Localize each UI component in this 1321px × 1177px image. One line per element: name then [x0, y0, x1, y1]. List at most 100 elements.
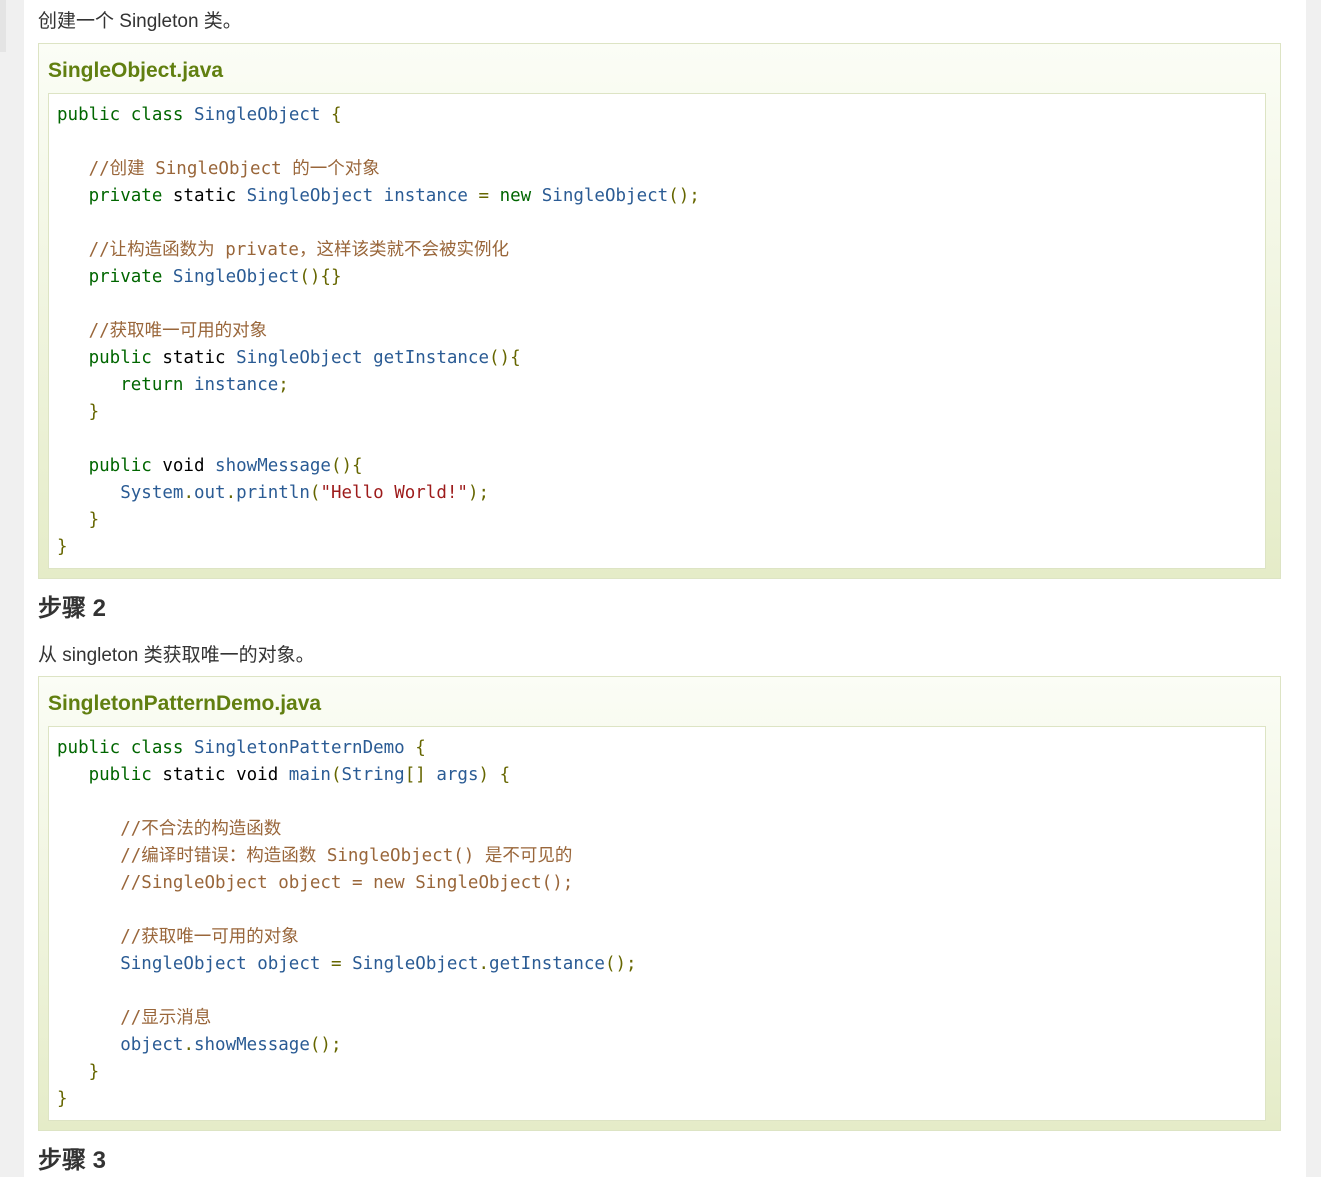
- code-token: }: [88, 510, 100, 530]
- code-token: //显示消息: [120, 1008, 212, 1028]
- code-token: .: [478, 954, 490, 974]
- code-token: (){}: [299, 267, 342, 287]
- code-line: //不合法的构造函数: [57, 819, 281, 839]
- code-token: static: [162, 186, 247, 206]
- code-text[interactable]: public class SingletonPatternDemo { publ…: [49, 727, 1265, 1113]
- code-token: showMessage: [215, 456, 331, 476]
- code-token: getInstance: [373, 348, 490, 368]
- code-line: public static void main(String[] args) {: [57, 765, 511, 785]
- example-box-singleobject: SingleObject.java public class SingleObj…: [38, 43, 1281, 579]
- code-line: }: [57, 1062, 100, 1082]
- code-token: {: [415, 738, 426, 758]
- code-token: ();: [604, 954, 637, 974]
- code-token: }: [57, 1089, 68, 1109]
- code-line: public void showMessage(){: [57, 456, 363, 476]
- code-token: instance: [383, 186, 468, 206]
- code-token: "Hello World!": [320, 483, 468, 503]
- code-token: println: [236, 483, 310, 503]
- code-token: args: [436, 765, 479, 785]
- code-token: void: [151, 456, 216, 476]
- code-token: SingleObject(): [326, 846, 475, 866]
- code-token: }: [57, 537, 68, 557]
- code-token: object: [257, 954, 321, 974]
- code-token: ;: [278, 375, 289, 395]
- code-token: static: [151, 348, 237, 368]
- code-token: private: [225, 240, 299, 260]
- code-token: getInstance: [489, 954, 605, 974]
- code-token: =: [330, 954, 342, 974]
- code-line: //获取唯一可用的对象: [57, 927, 299, 947]
- code-token: static void: [151, 765, 289, 785]
- code-block-singletonpatterndemo[interactable]: public class SingletonPatternDemo { publ…: [48, 726, 1266, 1121]
- sidebar-edge: [0, 0, 6, 52]
- code-token: //编译时错误：构造函数: [120, 846, 327, 866]
- code-line: //创建 SingleObject 的一个对象: [57, 159, 380, 179]
- code-token: class: [130, 738, 184, 758]
- code-line: private static SingleObject instance = n…: [57, 186, 700, 206]
- code-token: SingleObject: [120, 954, 247, 974]
- code-token: return: [120, 375, 184, 395]
- code-token: private: [88, 186, 163, 206]
- code-text[interactable]: public class SingleObject { //创建 SingleO…: [49, 94, 1265, 561]
- code-token: //创建: [88, 159, 156, 179]
- code-token: }: [88, 1062, 100, 1082]
- code-line: //编译时错误：构造函数 SingleObject() 是不可见的: [57, 846, 572, 866]
- code-line: //显示消息: [57, 1008, 211, 1028]
- code-token: []: [404, 765, 426, 785]
- code-line: object.showMessage();: [57, 1035, 341, 1055]
- code-line: return instance;: [57, 375, 289, 395]
- code-token: public: [88, 348, 152, 368]
- code-line: }: [57, 510, 100, 530]
- code-line: private SingleObject(){}: [57, 267, 342, 287]
- code-token: .: [183, 1035, 194, 1055]
- code-token: public: [57, 105, 121, 125]
- code-token: 是不可见的: [474, 846, 573, 866]
- code-token: public: [57, 738, 121, 758]
- code-token: 的一个对象: [281, 159, 380, 179]
- code-token: main: [288, 765, 331, 785]
- code-token: //获取唯一可用的对象: [120, 927, 299, 947]
- code-line: public class SingleObject {: [57, 105, 342, 125]
- step-2-paragraph: 从 singleton 类获取唯一的对象。: [38, 645, 315, 666]
- intro-paragraph: 创建一个 Singleton 类。: [38, 11, 242, 32]
- code-token: SingleObject: [541, 186, 669, 206]
- code-token: (){: [489, 348, 521, 368]
- code-token: showMessage: [193, 1035, 310, 1055]
- code-token: object: [120, 1035, 184, 1055]
- code-line: //获取唯一可用的对象: [57, 321, 268, 341]
- code-token: ();: [668, 186, 700, 206]
- code-token: //不合法的构造函数: [120, 819, 282, 839]
- code-token: );: [467, 483, 490, 503]
- code-line: //SingleObject object = new SingleObject…: [57, 873, 573, 893]
- code-token: System: [120, 483, 184, 503]
- scrollbar-track[interactable]: [1306, 0, 1321, 1177]
- code-block-singleobject[interactable]: public class SingleObject { //创建 SingleO…: [48, 93, 1266, 569]
- code-token: ，这样该类就不会被实例化: [298, 240, 509, 260]
- code-line: }: [57, 402, 100, 422]
- code-token: SingleObject: [155, 159, 282, 179]
